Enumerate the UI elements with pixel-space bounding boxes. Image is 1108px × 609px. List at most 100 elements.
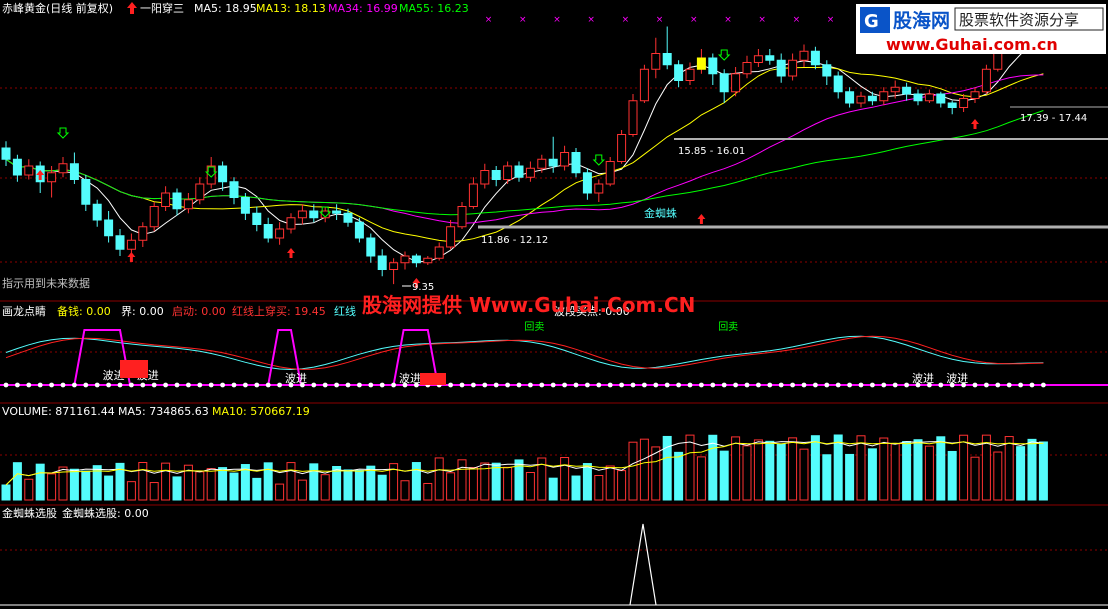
signal-dot <box>596 382 602 388</box>
candle-body <box>845 91 855 104</box>
signal-dot <box>37 382 43 388</box>
volume-bar <box>468 467 478 501</box>
candle-body <box>822 64 832 77</box>
candle-body <box>354 221 364 239</box>
candle-body <box>879 91 889 102</box>
candle-body <box>617 134 627 162</box>
candle-body <box>560 152 570 167</box>
signal-dot <box>733 382 738 388</box>
volume-bar <box>218 467 228 501</box>
signal-dot <box>197 382 203 388</box>
panel2-title: 画龙点睛 <box>2 305 46 318</box>
volume-bar <box>1004 436 1014 501</box>
range-label-3: 17.39 - 17.44 <box>1020 113 1087 124</box>
candle-body <box>662 53 672 66</box>
panel4-title: 金蜘蛛选股 <box>2 506 57 520</box>
ma55-label: MA55: 16.23 <box>399 2 469 15</box>
volume-bar <box>366 465 376 501</box>
candle-body <box>503 165 513 180</box>
signal-dot <box>539 382 545 388</box>
pattern-name: 一阳穿三 <box>140 1 184 15</box>
candle-body <box>423 257 433 264</box>
signal-dot <box>60 382 66 388</box>
signal-dot <box>870 382 875 388</box>
signal-dot <box>550 382 556 388</box>
signal-dot <box>174 382 180 388</box>
volume-bar <box>206 468 216 501</box>
signal-dot <box>391 382 396 388</box>
candle-body <box>970 91 980 99</box>
volume-bar <box>560 457 570 501</box>
candle-body <box>240 197 250 214</box>
volume-bar <box>788 437 798 501</box>
candle-body <box>514 165 524 178</box>
volume-bar <box>628 441 638 501</box>
signal-dot <box>516 382 522 388</box>
panel2-field-2: 启动: 0.00 <box>172 305 226 318</box>
volume-bar <box>35 463 45 501</box>
candle-body <box>856 95 866 104</box>
signal-dot <box>471 382 476 388</box>
candle-body <box>628 100 638 135</box>
volume-bar <box>377 474 387 501</box>
ma5-label: MA5: 18.95 <box>194 2 257 15</box>
signal-dot <box>1029 382 1035 388</box>
candle-body <box>959 98 969 108</box>
volume-bar <box>161 462 171 501</box>
signal-dot <box>938 382 944 388</box>
volume-bar <box>263 462 273 501</box>
candle-body <box>366 237 376 257</box>
signal-dot <box>687 382 693 388</box>
signal-dot <box>94 382 100 388</box>
signal-dot <box>562 382 567 388</box>
candle-body <box>491 170 501 180</box>
candle-body <box>389 262 399 270</box>
volume-bar <box>993 451 1003 501</box>
candle-body <box>571 152 581 174</box>
signal-dot <box>653 382 659 388</box>
candle-body <box>708 57 718 75</box>
range-label-1: 11.86 - 12.12 <box>481 235 548 246</box>
candle-body <box>788 59 798 77</box>
candle-body <box>582 172 592 194</box>
volume-bar <box>639 438 649 501</box>
volume-bar <box>457 459 467 501</box>
volume-bar <box>24 478 34 501</box>
candle-body <box>434 246 444 259</box>
signal-dot <box>699 382 704 388</box>
candle-body <box>731 73 741 93</box>
volume-bar <box>799 448 809 501</box>
signal-dot <box>83 382 89 388</box>
candle-body <box>343 212 353 223</box>
signal-dot <box>493 382 499 388</box>
candle-body <box>981 68 991 93</box>
signal-dot <box>311 382 317 388</box>
volume-bar <box>126 481 136 501</box>
panel4-value: 金蜘蛛选股: 0.00 <box>62 506 149 520</box>
signal-dot <box>254 382 260 388</box>
signal-dot <box>505 382 510 388</box>
signal-dot <box>49 382 54 388</box>
signal-dot <box>379 382 385 388</box>
volume-bar <box>491 462 501 501</box>
stock-chart[interactable]: 赤峰黄金(日线 前复权) 一阳穿三 MA5: 18.95 MA13: 18.13… <box>0 0 1108 609</box>
buy-signal-label: 波进 <box>399 372 421 385</box>
signal-dot <box>357 382 362 388</box>
candle-body <box>468 183 478 207</box>
candle-body <box>161 192 171 207</box>
signal-dot <box>858 382 864 388</box>
future-marker: × <box>724 15 732 25</box>
volume-bar <box>776 443 786 501</box>
volume-ma10-label: MA10: 570667.19 <box>212 405 310 418</box>
future-marker: × <box>519 15 527 25</box>
signal-dot <box>619 382 624 388</box>
volume-bar <box>719 450 729 501</box>
volume-bar <box>446 472 456 501</box>
volume-bar <box>765 440 775 501</box>
volume-bar <box>354 469 364 501</box>
volume-bar <box>981 434 991 501</box>
signal-dot <box>186 382 191 388</box>
signal-dot <box>995 382 1001 388</box>
volume-bar <box>696 456 706 501</box>
future-marker: × <box>622 15 630 25</box>
